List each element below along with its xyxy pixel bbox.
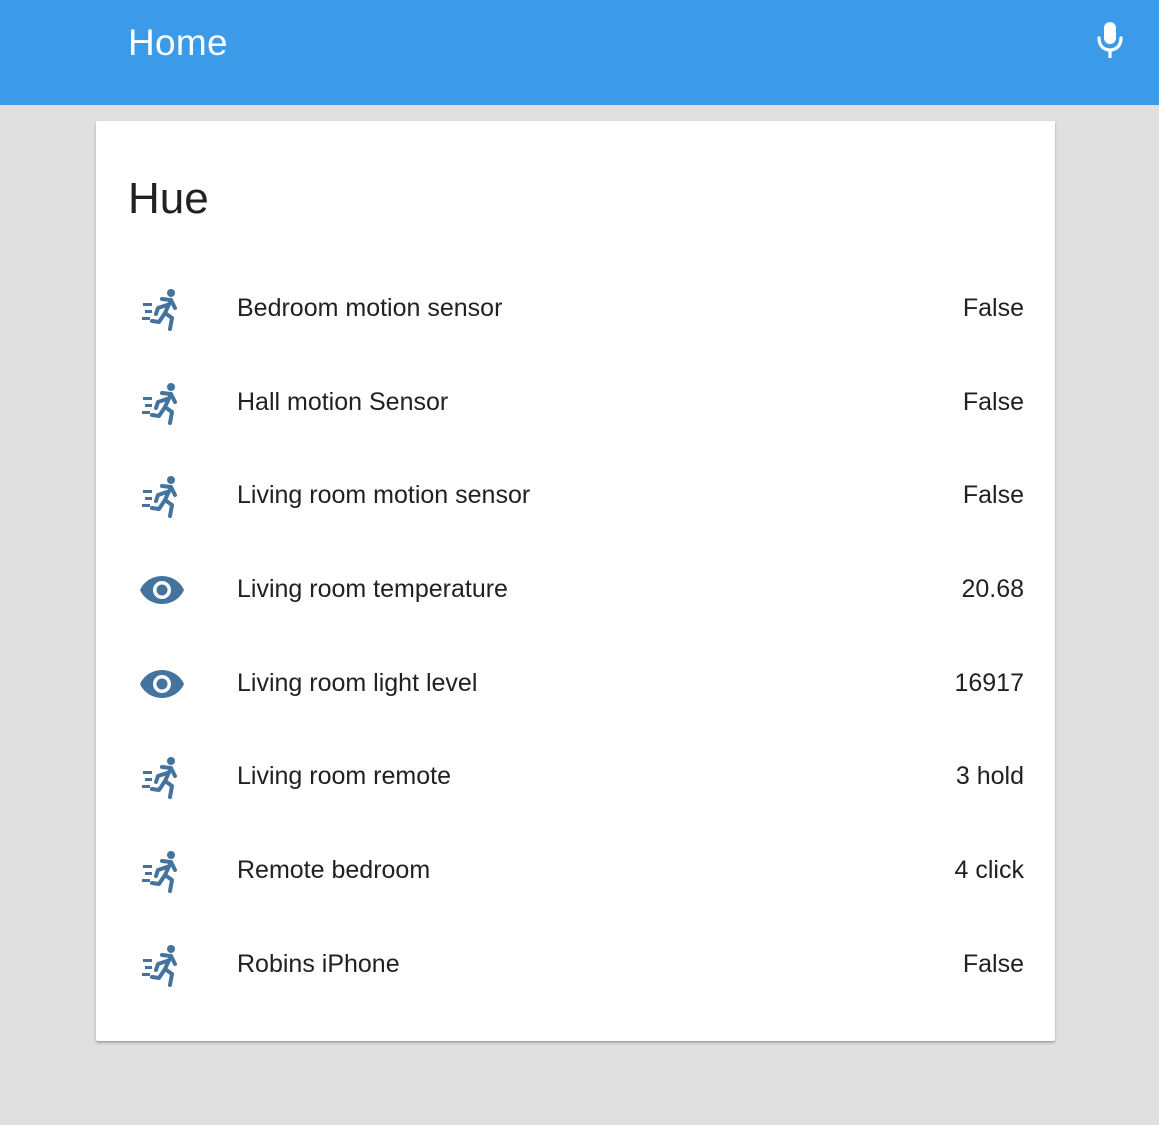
eye-icon	[138, 566, 186, 614]
entity-row[interactable]: Bedroom motion sensor False	[96, 261, 1055, 355]
entity-state: 16917	[954, 668, 1024, 697]
voice-command-button[interactable]	[1084, 16, 1136, 68]
entity-name: Bedroom motion sensor	[237, 294, 503, 322]
entity-state: False	[962, 387, 1024, 416]
run-icon	[138, 379, 186, 427]
entity-name: Living room temperature	[237, 575, 508, 604]
entity-name: Living room remote	[237, 762, 451, 791]
entity-row[interactable]: Robins iPhone False	[96, 917, 1055, 1011]
entity-state: False	[962, 294, 1024, 322]
entity-state: False	[962, 949, 1024, 978]
entity-row[interactable]: Living room light level 16917	[96, 636, 1055, 730]
eye-icon	[138, 660, 186, 708]
entity-name: Robins iPhone	[237, 949, 400, 978]
run-icon	[138, 285, 186, 333]
entity-row[interactable]: Living room motion sensor False	[96, 448, 1055, 542]
top-app-bar: Home	[0, 0, 1159, 105]
run-icon	[138, 472, 186, 520]
entity-name: Remote bedroom	[237, 856, 431, 885]
entity-row[interactable]: Hall motion Sensor False	[96, 355, 1055, 449]
entity-state: 4 click	[954, 856, 1024, 885]
entity-row[interactable]: Remote bedroom 4 click	[96, 823, 1055, 917]
microphone-icon	[1095, 20, 1125, 65]
entity-state: 20.68	[961, 575, 1024, 604]
entity-row[interactable]: Living room remote 3 hold	[96, 729, 1055, 823]
entity-state: False	[962, 481, 1024, 510]
card-title: Hue	[128, 174, 209, 223]
entity-name: Living room motion sensor	[237, 481, 531, 510]
run-icon	[138, 847, 186, 895]
entity-list: Bedroom motion sensor False Hall motion S…	[96, 261, 1055, 1011]
run-icon	[138, 753, 186, 801]
run-icon	[138, 941, 186, 989]
page-title: Home	[128, 22, 228, 63]
entity-name: Living room light level	[237, 668, 478, 697]
entity-state: 3 hold	[955, 762, 1024, 791]
entity-name: Hall motion Sensor	[237, 387, 449, 416]
hue-card: Hue Bedroom motion sensor False Hall moti…	[96, 121, 1055, 1041]
entity-row[interactable]: Living room temperature 20.68	[96, 542, 1055, 636]
